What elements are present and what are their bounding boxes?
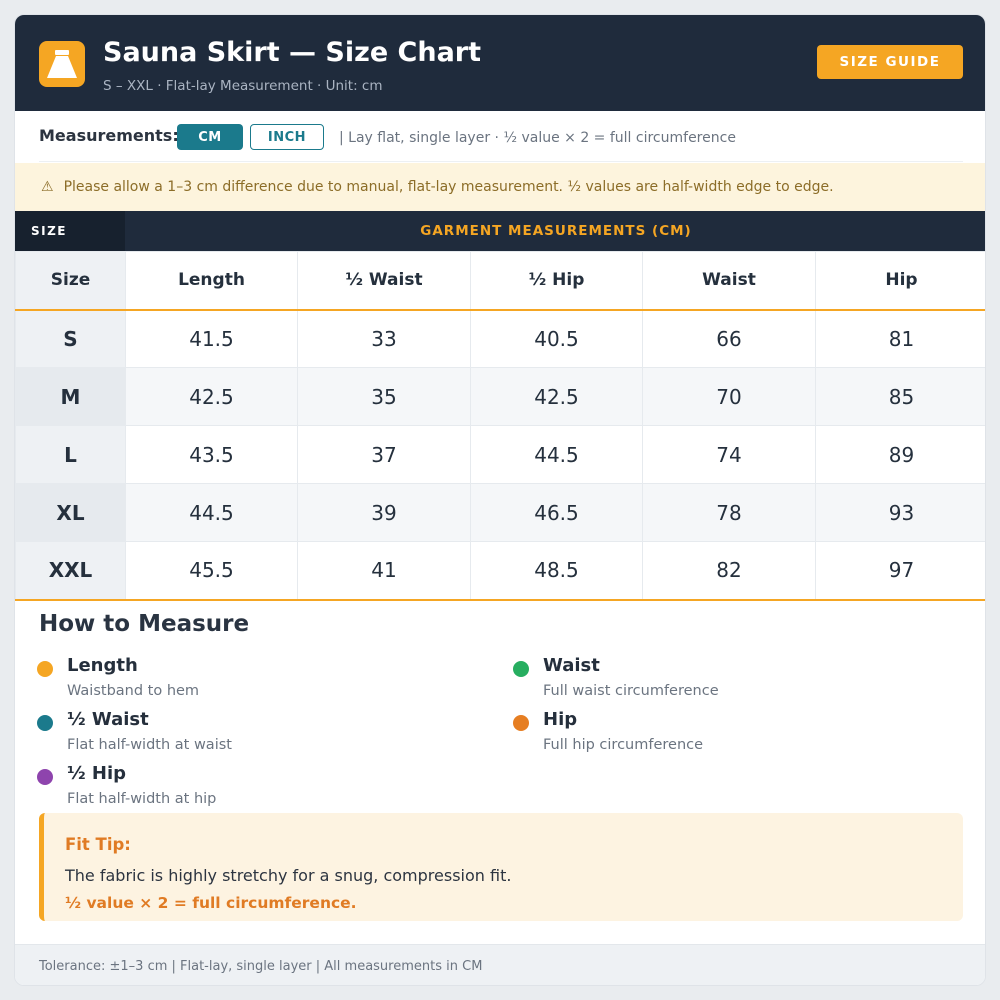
footer: Tolerance: ±1–3 cm | Flat-lay, single la… [15,944,985,985]
fit-tip-formula: ½ value × 2 = full circumference. [65,894,357,912]
unit-toolbar: Measurements: CM INCH | Lay flat, single… [15,111,985,163]
size-cell: XL [15,483,126,542]
size-table: Size Length ½ Waist ½ Hip Waist Hip S 41… [15,251,985,601]
table-cell: 35 [297,367,471,426]
table-cell: 44.5 [470,425,643,484]
measure-desc: Full waist circumference [543,683,719,699]
size-cell: L [15,425,126,484]
warning-banner: ⚠ Please allow a 1–3 cm difference due t… [15,163,985,211]
skirt-icon [39,41,85,87]
table-cell: 40.5 [470,309,643,368]
column-header: ½ Waist [297,251,471,311]
measure-name: Hip [543,709,578,730]
footer-text: Tolerance: ±1–3 cm | Flat-lay, single la… [39,959,483,974]
table-row: XL 44.5 39 46.5 78 93 [15,483,985,542]
table-cell: 74 [642,425,816,484]
measure-desc: Waistband to hem [67,683,200,699]
how-to-measure-title: How to Measure [39,611,250,637]
column-header: Hip [815,251,985,311]
warning-icon: ⚠ [41,179,54,195]
table-cell: 85 [815,367,985,426]
legend-dot [513,661,529,677]
measure-name: ½ Waist [67,709,149,730]
measure-desc: Flat half-width at hip [67,791,217,807]
table-cell: 39 [297,483,471,542]
column-header: Length [125,251,298,311]
table-cell: 44.5 [125,483,298,542]
table-cell: 66 [642,309,816,368]
measure-item-waist: Waist Full waist circumference [513,655,953,705]
fit-tip-box: Fit Tip: The fabric is highly stretchy f… [39,813,963,921]
band-group-label: GARMENT MEASUREMENTS (CM) [420,223,692,239]
table-row: XXL 45.5 41 48.5 82 97 [15,541,985,601]
unit-label: Measurements: [39,126,179,145]
page-subtitle: S – XXL · Flat-lay Measurement · Unit: c… [103,78,383,94]
table-cell: 41.5 [125,309,298,368]
band-size-label: SIZE [15,211,125,251]
measure-item-half-waist: ½ Waist Flat half-width at waist [37,709,477,759]
column-header: Waist [642,251,816,311]
fit-tip-body: The fabric is highly stretchy for a snug… [65,866,512,885]
table-row: L 43.5 37 44.5 74 89 [15,425,985,484]
table-cell: 42.5 [470,367,643,426]
measure-item-hip: Hip Full hip circumference [513,709,953,759]
measure-desc: Flat half-width at waist [67,737,232,753]
measure-item-length: Length Waistband to hem [37,655,477,705]
table-cell: 37 [297,425,471,484]
table-cell: 46.5 [470,483,643,542]
table-cell: 81 [815,309,985,368]
size-cell: M [15,367,126,426]
header: Sauna Skirt — Size Chart S – XXL · Flat-… [15,15,985,111]
legend-dot [37,661,53,677]
legend-dot [37,769,53,785]
measure-name: ½ Hip [67,763,127,784]
measure-item-half-hip: ½ Hip Flat half-width at hip [37,763,477,813]
table-cell: 43.5 [125,425,298,484]
table-row: S 41.5 33 40.5 66 81 [15,309,985,368]
table-cell: 97 [815,541,985,601]
column-header: Size [15,251,126,311]
measure-name: Length [67,655,138,676]
table-cell: 89 [815,425,985,484]
table-row: M 42.5 35 42.5 70 85 [15,367,985,426]
column-header: ½ Hip [470,251,643,311]
page-title: Sauna Skirt — Size Chart [103,37,482,68]
measure-name: Waist [543,655,600,676]
table-cell: 78 [642,483,816,542]
legend-dot [513,715,529,731]
legend-dot [37,715,53,731]
unit-note: | Lay flat, single layer · ½ value × 2 =… [339,130,736,146]
table-cell: 48.5 [470,541,643,601]
size-cell: XXL [15,541,126,601]
table-cell: 45.5 [125,541,298,601]
size-guide-button[interactable]: SIZE GUIDE [817,45,963,79]
measure-desc: Full hip circumference [543,737,704,753]
table-cell: 93 [815,483,985,542]
warning-text: Please allow a 1–3 cm difference due to … [63,179,834,195]
table-cell: 33 [297,309,471,368]
table-cell: 42.5 [125,367,298,426]
table-header-row: Size Length ½ Waist ½ Hip Waist Hip [15,251,985,311]
table-cell: 70 [642,367,816,426]
size-cell: S [15,309,126,368]
table-band: SIZE GARMENT MEASUREMENTS (CM) [15,211,985,251]
divider [39,161,963,162]
fit-tip-title: Fit Tip: [65,835,131,854]
unit-inch-button[interactable]: INCH [250,124,324,150]
unit-cm-button[interactable]: CM [177,124,243,150]
size-chart-card: Sauna Skirt — Size Chart S – XXL · Flat-… [14,14,986,986]
table-cell: 41 [297,541,471,601]
table-cell: 82 [642,541,816,601]
